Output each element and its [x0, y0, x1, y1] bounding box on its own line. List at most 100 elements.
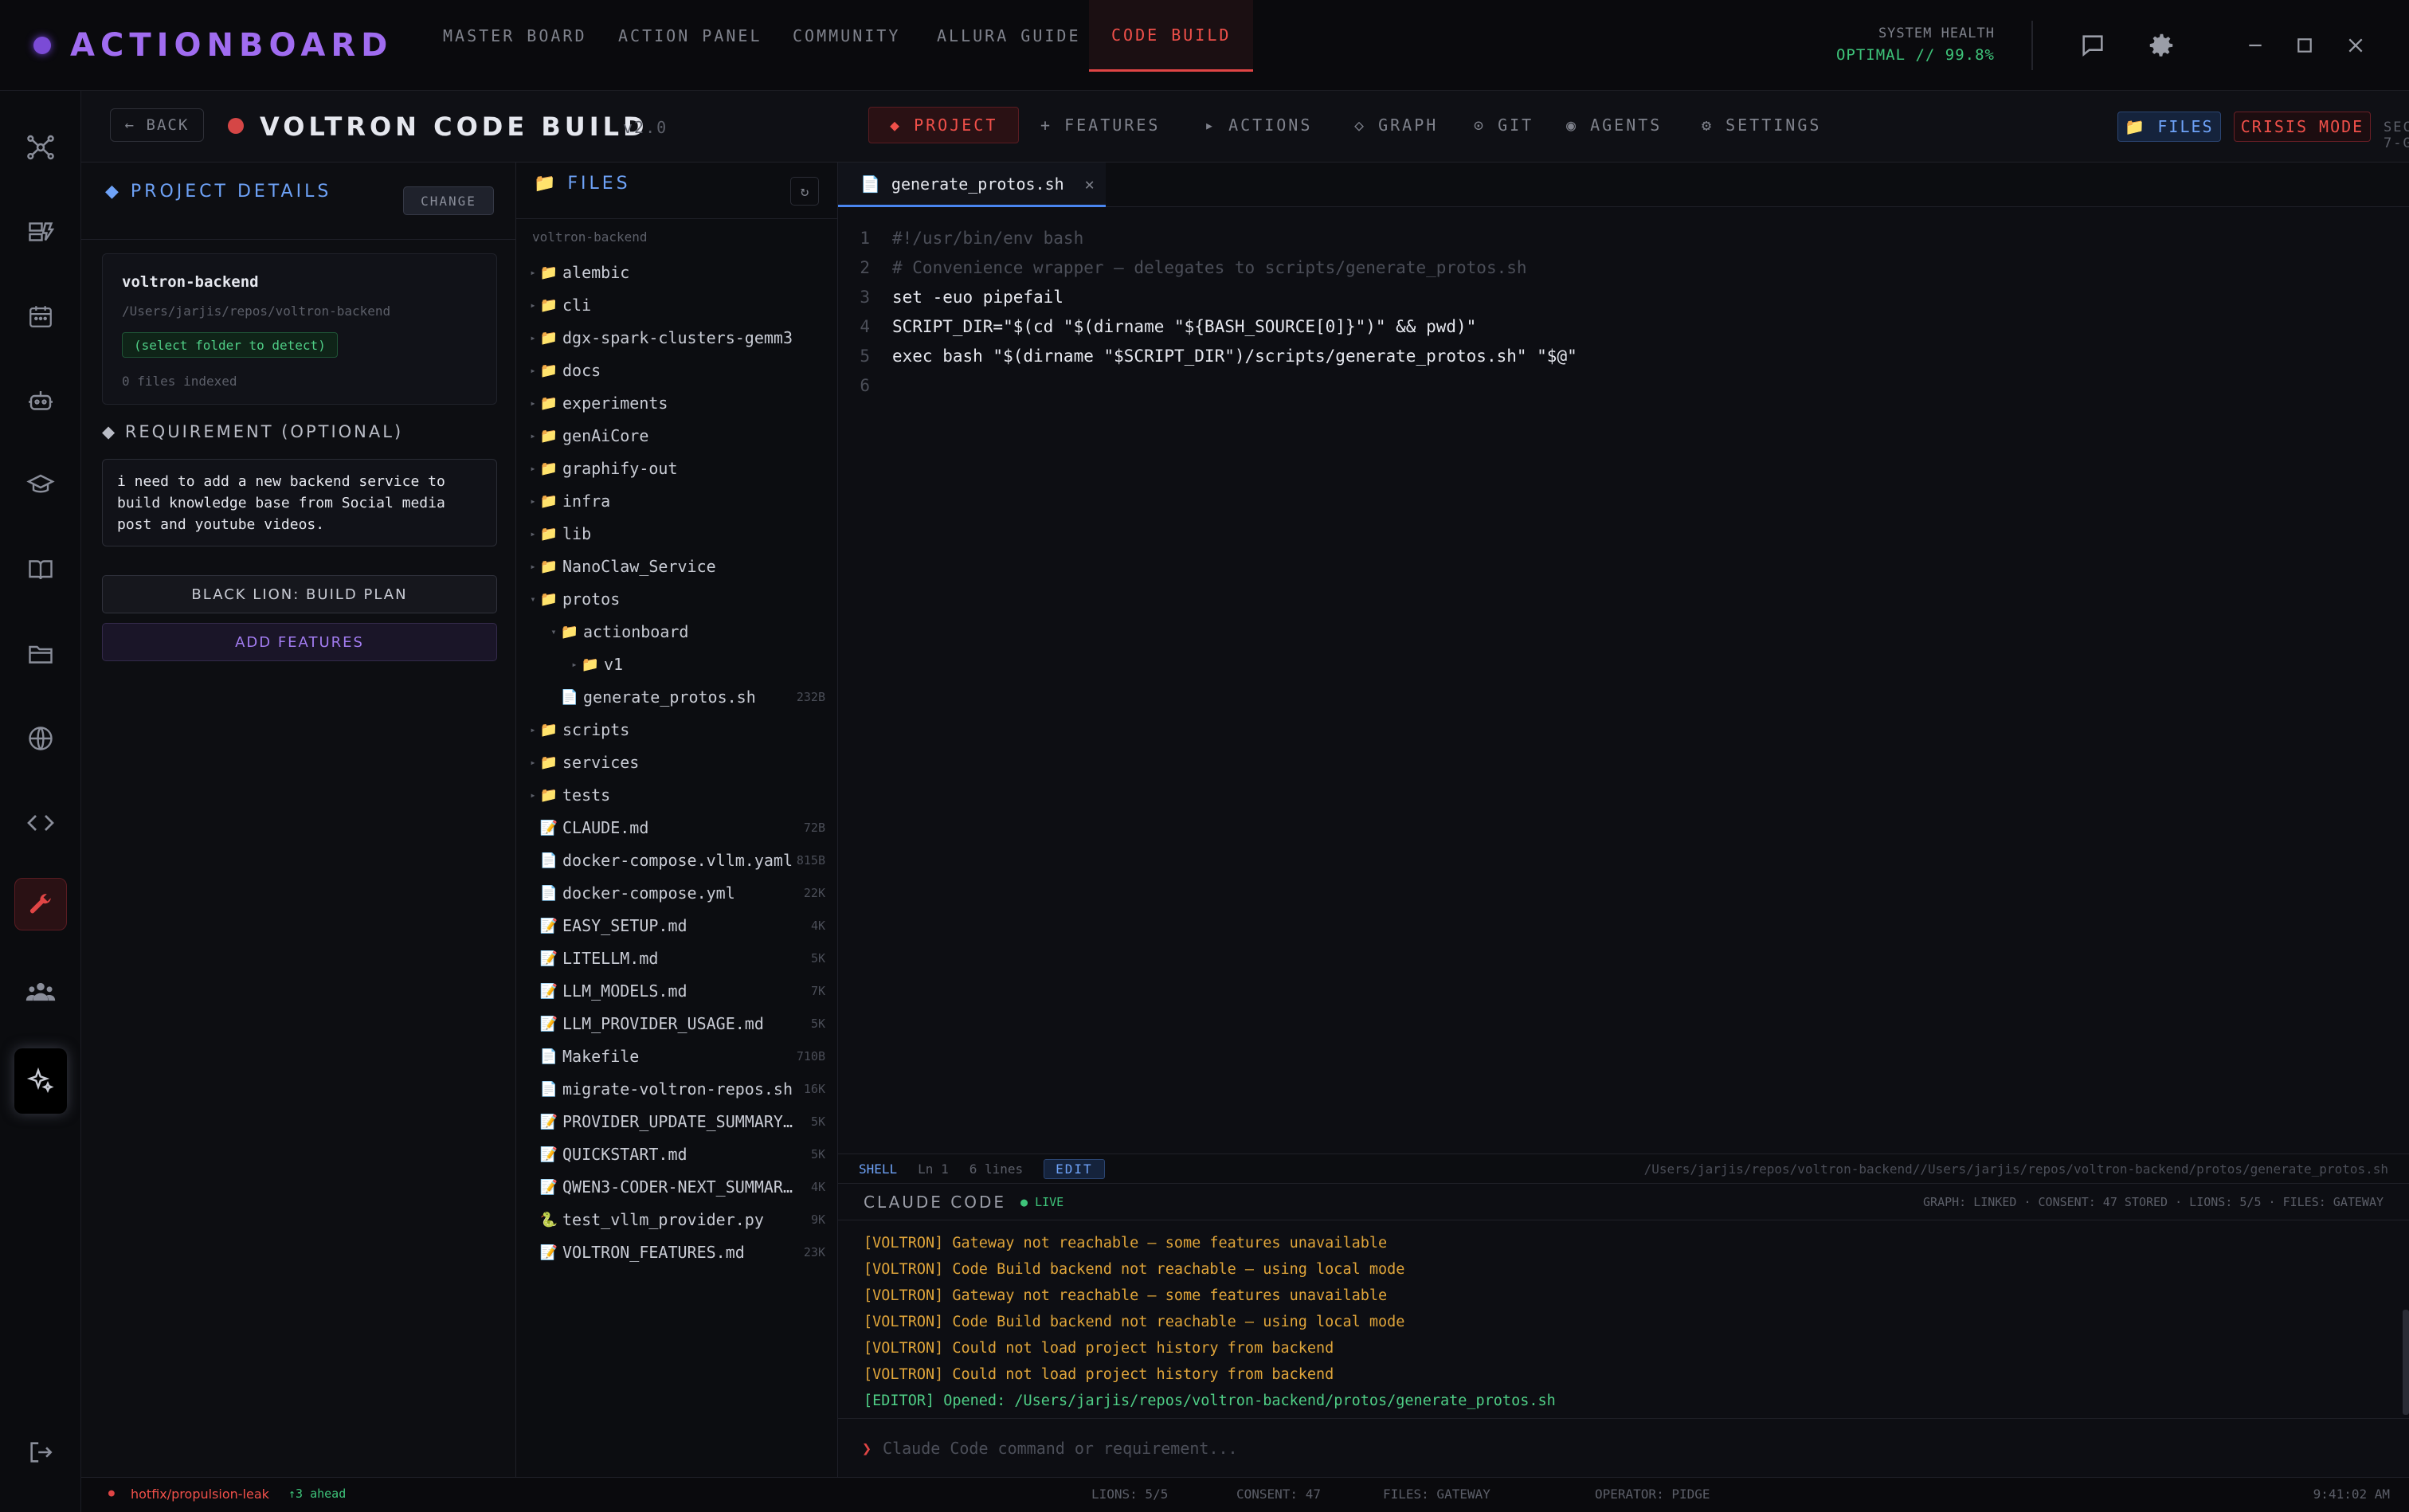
nav-community[interactable]: COMMUNITY — [793, 0, 900, 72]
change-button[interactable]: CHANGE — [403, 186, 494, 215]
folder-row[interactable]: ▸ 📁 dgx-spark-clusters-gemm3 — [516, 322, 838, 354]
chat-icon[interactable] — [2076, 29, 2109, 62]
editor-tab[interactable]: 📄 generate_protos.sh ✕ — [838, 163, 1106, 207]
file-row[interactable]: 📄 docker-compose.vllm.yaml 815B — [516, 844, 838, 876]
nav-master-board[interactable]: MASTER BOARD — [443, 0, 587, 72]
chevron-right-icon[interactable]: ▸ — [527, 496, 539, 507]
file-row[interactable]: 📄 Makefile 710B — [516, 1040, 838, 1072]
file-row[interactable]: 📄 docker-compose.yml 22K — [516, 877, 838, 909]
nav-allura-guide[interactable]: ALLURA GUIDE — [937, 0, 1081, 72]
tab-project[interactable]: ◆ PROJECT — [868, 107, 1020, 143]
chevron-right-icon[interactable]: ▸ — [527, 332, 539, 343]
chevron-down-icon[interactable]: ▾ — [527, 593, 539, 605]
folder-row[interactable]: ▸ 📁 cli — [516, 289, 838, 321]
chevron-right-icon[interactable]: ▸ — [527, 463, 539, 474]
folder-row[interactable]: ▸ 📁 lib — [516, 518, 838, 550]
code-line[interactable]: 4 SCRIPT_DIR="$(cd "$(dirname "${BASH_SOU… — [838, 311, 1476, 341]
folder-row[interactable]: ▸ 📁 genAiCore — [516, 420, 838, 452]
scrollbar[interactable] — [2403, 1310, 2409, 1415]
file-row[interactable]: 📝 EASY_SETUP.md 4K — [516, 910, 838, 942]
file-row[interactable]: 📝 CLAUDE.md 72B — [516, 812, 838, 844]
edit-mode-button[interactable]: EDIT — [1044, 1158, 1105, 1179]
folder-row[interactable]: ▸ 📁 NanoClaw_Service — [516, 550, 838, 582]
maximize-icon[interactable] — [2288, 29, 2321, 62]
logout-icon[interactable] — [14, 1426, 67, 1479]
code-line[interactable]: 2 # Convenience wrapper — delegates to sc… — [838, 253, 1526, 282]
chevron-right-icon[interactable]: ▸ — [527, 561, 539, 572]
chevron-right-icon[interactable]: ▸ — [527, 724, 539, 735]
build-plan-button[interactable]: BLACK LION: BUILD PLAN — [102, 575, 497, 613]
robot-icon[interactable] — [14, 374, 67, 427]
ai-sparkle-icon[interactable] — [14, 1048, 67, 1114]
wrench-icon[interactable] — [14, 878, 67, 930]
chevron-right-icon[interactable]: ▸ — [527, 398, 539, 409]
code-line[interactable]: 5 exec bash "$(dirname "$SCRIPT_DIR")/scr… — [838, 341, 1577, 370]
file-row[interactable]: 🐍 test_vllm_provider.py 9K — [516, 1204, 838, 1236]
file-row[interactable]: 📄 generate_protos.sh 232B — [516, 681, 838, 713]
file-row[interactable]: 📝 PROVIDER_UPDATE_SUMMARY.md 5K — [516, 1106, 838, 1138]
file-row[interactable]: 📝 LLM_MODELS.md 7K — [516, 975, 838, 1007]
team-icon[interactable] — [14, 966, 67, 1018]
chevron-right-icon[interactable]: ▸ — [527, 430, 539, 441]
chevron-right-icon[interactable]: ▸ — [527, 300, 539, 311]
folder-row[interactable]: ▸ 📁 graphify-out — [516, 452, 838, 484]
chevron-right-icon[interactable]: ▸ — [569, 659, 580, 670]
folder-row[interactable]: ▸ 📁 experiments — [516, 387, 838, 419]
folder-row[interactable]: ▸ 📁 tests — [516, 779, 838, 811]
branch-name[interactable]: hotfix/propulsion-leak — [131, 1487, 269, 1502]
file-size: 5K — [810, 1016, 825, 1031]
chevron-down-icon[interactable]: ▾ — [548, 626, 559, 637]
chevron-right-icon[interactable]: ▸ — [527, 528, 539, 539]
requirement-textarea[interactable]: i need to add a new backend service to b… — [102, 459, 497, 546]
file-row[interactable]: 📝 QUICKSTART.md 5K — [516, 1138, 838, 1170]
graduation-cap-icon[interactable] — [14, 459, 67, 511]
tab-agents[interactable]: ◉ AGENTS — [1545, 107, 1682, 143]
nav-code-build[interactable]: CODE BUILD — [1089, 0, 1254, 72]
chevron-right-icon[interactable]: ▸ — [527, 789, 539, 801]
file-row[interactable]: 📝 LITELLM.md 5K — [516, 942, 838, 974]
tab-actions[interactable]: ▸ ACTIONS — [1184, 107, 1333, 143]
settings-gear-icon[interactable] — [2145, 29, 2178, 62]
dashboard-icon[interactable] — [14, 206, 67, 258]
folder-row[interactable]: ▸ 📁 docs — [516, 354, 838, 386]
folder-row[interactable]: ▾ 📁 actionboard — [516, 616, 838, 648]
folder-row[interactable]: ▸ 📁 v1 — [516, 648, 838, 680]
close-tab-icon[interactable]: ✕ — [1085, 174, 1095, 194]
code-line[interactable]: 3 set -euo pipefail — [838, 282, 1063, 311]
folder-row[interactable]: ▸ 📁 scripts — [516, 714, 838, 746]
chevron-right-icon[interactable]: ▸ — [527, 267, 539, 278]
tab-graph[interactable]: ◇ GRAPH — [1334, 107, 1459, 143]
chevron-right-icon[interactable]: ▸ — [527, 365, 539, 376]
close-icon[interactable] — [2339, 29, 2372, 62]
folder-row[interactable]: ▸ 📁 services — [516, 746, 838, 778]
minimize-icon[interactable] — [2239, 29, 2272, 62]
folder-row[interactable]: ▸ 📁 infra — [516, 485, 838, 517]
code-icon[interactable] — [14, 797, 67, 849]
back-button[interactable]: ← BACK — [110, 108, 204, 142]
line-number: 5 — [860, 346, 870, 366]
network-icon[interactable] — [14, 121, 67, 174]
globe-icon[interactable] — [14, 712, 67, 765]
tab-git[interactable]: ⊙ GIT — [1453, 107, 1554, 143]
folder-row[interactable]: ▾ 📁 protos — [516, 583, 838, 615]
code-line[interactable]: 6 — [838, 370, 892, 400]
refresh-icon[interactable]: ↻ — [790, 177, 819, 206]
file-row[interactable]: 📝 LLM_PROVIDER_USAGE.md 5K — [516, 1008, 838, 1040]
file-row[interactable]: 📄 migrate-voltron-repos.sh 16K — [516, 1073, 838, 1105]
files-button[interactable]: 📁 FILES — [2117, 112, 2221, 142]
add-features-button[interactable]: ADD FEATURES — [102, 623, 497, 661]
folder-icon[interactable] — [14, 628, 67, 680]
chevron-right-icon[interactable]: ▸ — [527, 757, 539, 768]
detect-badge[interactable]: (select folder to detect) — [122, 332, 338, 358]
nav-action-panel[interactable]: ACTION PANEL — [618, 0, 762, 72]
tab-settings[interactable]: ⚙ SETTINGS — [1681, 107, 1842, 143]
tab-features[interactable]: + FEATURES — [1020, 107, 1181, 143]
folder-row[interactable]: ▸ 📁 alembic — [516, 257, 838, 288]
code-line[interactable]: 1 #!/usr/bin/env bash — [838, 223, 1083, 253]
file-row[interactable]: 📝 VOLTRON_FEATURES.md 23K — [516, 1236, 838, 1268]
file-row[interactable]: 📝 QWEN3-CODER-NEXT_SUMMARY.md 4K — [516, 1171, 838, 1203]
book-icon[interactable] — [14, 543, 67, 596]
calendar-icon[interactable] — [14, 290, 67, 343]
crisis-mode-button[interactable]: CRISIS MODE — [2234, 112, 2371, 142]
command-input[interactable]: Claude Code command or requirement... — [883, 1439, 1238, 1458]
